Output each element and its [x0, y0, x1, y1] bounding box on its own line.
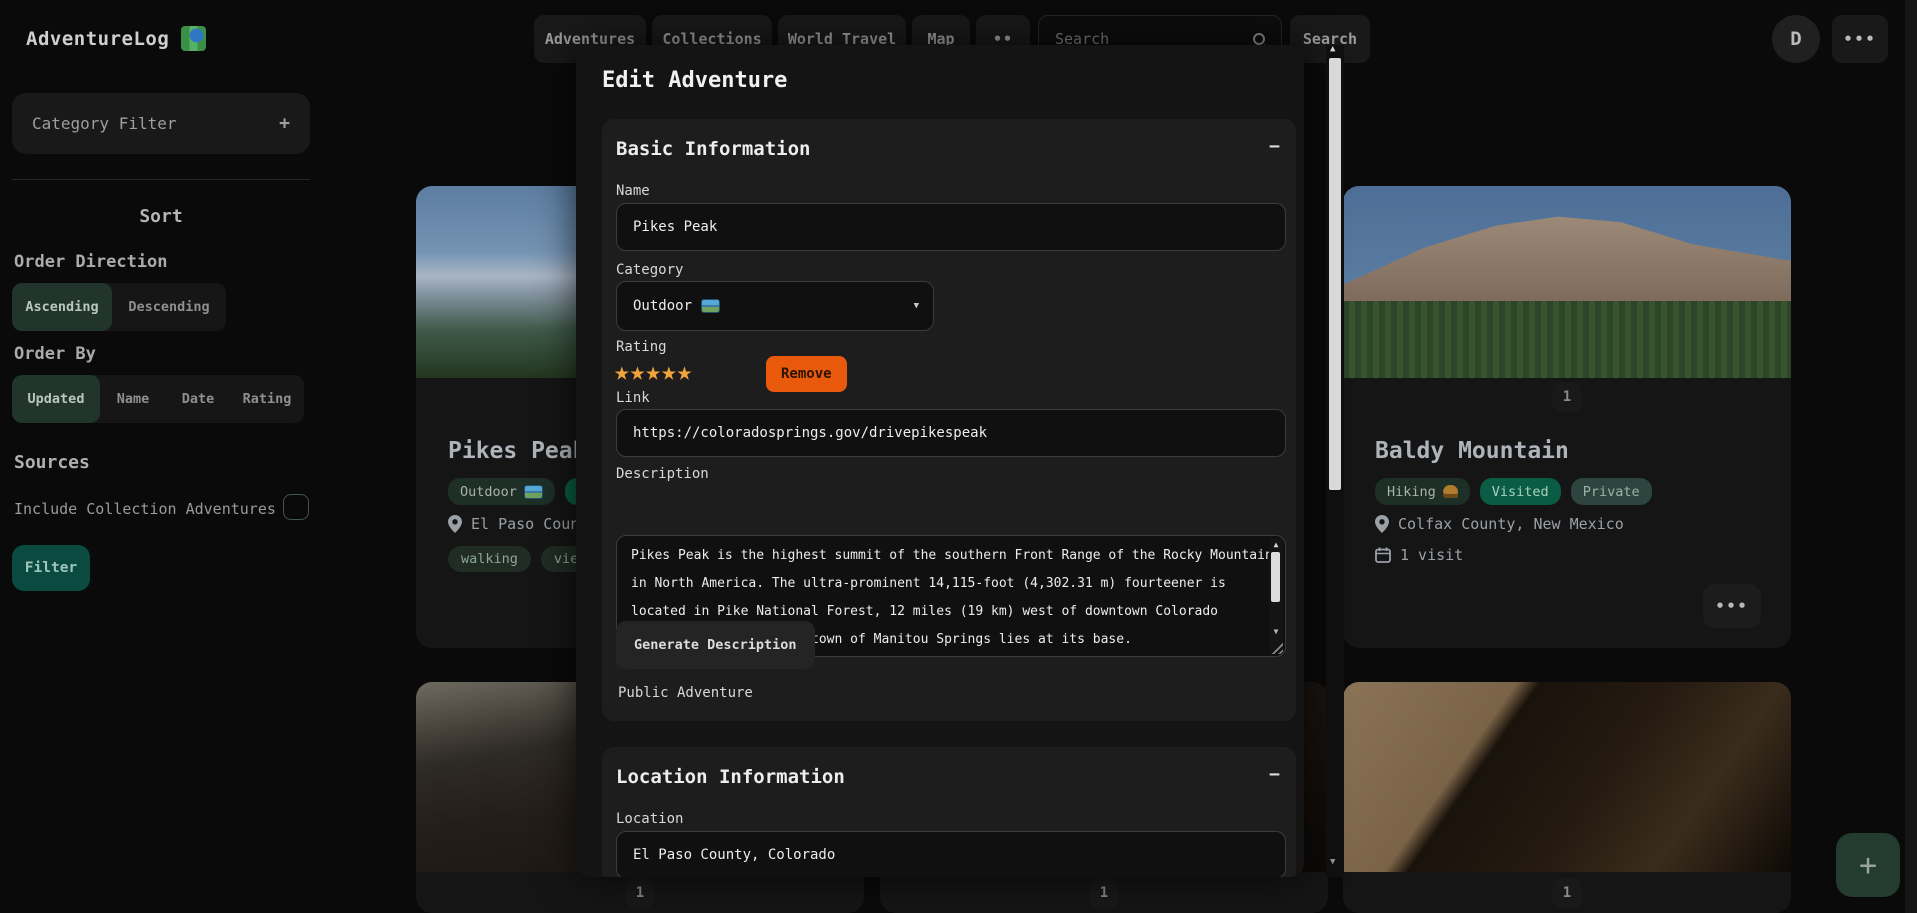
order-direction-ascending[interactable]: Ascending [12, 283, 112, 331]
image-count-badge: 1 [625, 878, 655, 908]
category-select[interactable]: Outdoor ▼ [616, 281, 934, 331]
category-filter-add-button[interactable]: + [279, 113, 290, 134]
activity-chip: Hiking [1375, 478, 1470, 505]
link-label: Link [616, 390, 650, 406]
basic-information-header: Basic Information [616, 138, 810, 160]
page-scrollbar[interactable] [1905, 0, 1917, 913]
brand-title: AdventureLog [26, 28, 169, 50]
card-visits: 1 visit [1375, 546, 1791, 564]
modal-scroll-up-icon[interactable]: ▲ [1330, 45, 1335, 54]
filter-button[interactable]: Filter [12, 545, 90, 591]
image-count-badge: 1 [1552, 382, 1582, 412]
modal-title: Edit Adventure [602, 68, 787, 93]
avatar[interactable]: D [1772, 15, 1820, 63]
remove-rating-button[interactable]: Remove [766, 356, 847, 392]
modal-scrollbar-thumb[interactable] [1329, 58, 1341, 490]
rating-stars[interactable]: ★★★★★ [614, 359, 692, 385]
include-collection-label: Include Collection Adventures [14, 500, 276, 518]
adventure-card-bottom-right[interactable]: 1 [1343, 682, 1791, 913]
description-label: Description [616, 466, 709, 482]
map-pin-icon [1375, 515, 1389, 533]
adventure-card-baldy-mountain[interactable]: 1 Baldy Mountain Hiking Visited Private … [1343, 186, 1791, 648]
card-title: Baldy Mountain [1375, 438, 1791, 464]
order-by-group: Updated Name Date Rating [12, 375, 304, 423]
order-by-name[interactable]: Name [100, 375, 166, 423]
location-information-section: Location Information − Location [602, 747, 1296, 877]
basic-information-section: Basic Information − Name Category Outdoo… [602, 119, 1296, 721]
scroll-down-icon[interactable]: ▼ [1271, 627, 1281, 636]
navbar-menu-button[interactable]: ••• [1832, 15, 1888, 63]
include-collection-checkbox[interactable] [283, 494, 309, 520]
search-icon [1253, 33, 1265, 45]
public-adventure-label: Public Adventure [618, 685, 753, 701]
category-chip: Outdoor [448, 478, 555, 505]
category-filter-card[interactable]: Category Filter + [12, 93, 310, 154]
map-pin-icon [448, 515, 462, 533]
boot-emoji-icon [1443, 485, 1458, 498]
order-by-date[interactable]: Date [166, 375, 230, 423]
map-logo-icon [181, 26, 206, 51]
name-label: Name [616, 183, 650, 199]
textarea-scrollbar[interactable]: ▲ ▼ [1269, 538, 1283, 654]
order-by-rating[interactable]: Rating [230, 375, 304, 423]
image-count-badge: 1 [1089, 878, 1119, 908]
image-count-badge: 1 [1552, 878, 1582, 908]
generate-description-button[interactable]: Generate Description [616, 621, 815, 669]
app-window: AdventureLog Adventures Collections Worl… [0, 0, 1917, 913]
brand[interactable]: AdventureLog [26, 26, 206, 51]
category-filter-label: Category Filter [32, 114, 177, 133]
card-chips: Hiking Visited Private [1375, 478, 1791, 505]
visited-chip: Visited [1480, 478, 1561, 505]
park-emoji-icon [701, 299, 720, 313]
sidebar-divider [12, 179, 310, 180]
park-emoji-icon [524, 485, 543, 499]
card-menu-button[interactable]: ••• [1703, 584, 1761, 628]
privacy-chip: Private [1571, 478, 1652, 505]
order-direction-descending[interactable]: Descending [112, 283, 226, 331]
textarea-scrollbar-thumb[interactable] [1271, 552, 1280, 602]
add-adventure-fab[interactable]: + [1836, 833, 1900, 897]
location-information-header: Location Information [616, 766, 845, 788]
order-direction-group: Ascending Descending [12, 283, 226, 331]
modal-scroll-down-icon[interactable]: ▼ [1330, 858, 1335, 867]
collapse-location-button[interactable]: − [1269, 764, 1280, 785]
dunes-photo [1343, 682, 1791, 872]
tag-walking: walking [448, 546, 531, 572]
chevron-down-icon: ▼ [914, 301, 919, 311]
order-by-label: Order By [14, 344, 96, 364]
sort-heading: Sort [12, 206, 310, 227]
name-input[interactable] [616, 203, 1286, 251]
scroll-up-icon[interactable]: ▲ [1271, 540, 1281, 549]
collapse-basic-button[interactable]: − [1269, 136, 1280, 157]
link-input[interactable] [616, 409, 1286, 457]
order-by-updated[interactable]: Updated [12, 375, 100, 423]
card-location: Colfax County, New Mexico [1375, 515, 1791, 533]
order-direction-label: Order Direction [14, 252, 168, 272]
edit-adventure-modal: Edit Adventure Basic Information − Name … [576, 45, 1304, 877]
category-label: Category [616, 262, 683, 278]
baldy-mountain-photo [1343, 186, 1791, 378]
calendar-icon [1375, 547, 1391, 563]
sources-heading: Sources [14, 452, 90, 473]
location-input[interactable] [616, 831, 1286, 877]
location-label: Location [616, 811, 683, 827]
rating-label: Rating [616, 339, 667, 355]
